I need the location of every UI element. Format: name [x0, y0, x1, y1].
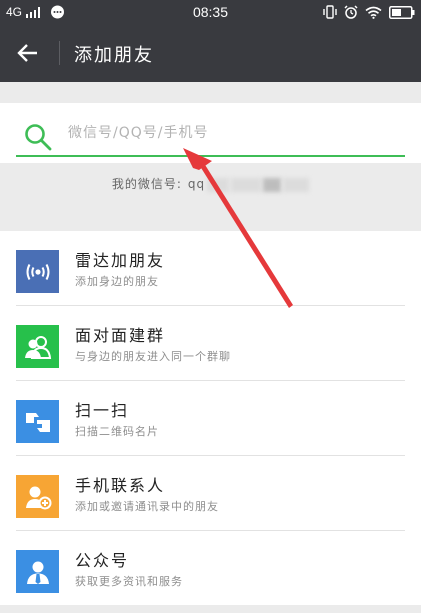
menu-item-face-to-face-group[interactable]: 面对面建群 与身边的朋友进入同一个群聊: [0, 306, 421, 381]
search-input[interactable]: [68, 118, 398, 148]
search-underline: [16, 155, 405, 157]
battery-icon: [389, 5, 415, 19]
vibrate-icon: [323, 5, 337, 19]
menu-item-icon-bg: [16, 325, 59, 368]
search-box: [0, 103, 421, 163]
menu-item-label: 手机联系人: [75, 476, 166, 495]
menu-item-icon-bg: [16, 475, 59, 518]
status-bar: 4G 08:35: [0, 0, 421, 24]
menu-item-label: 雷达加朋友: [75, 251, 166, 270]
title-bar: 添加朋友: [0, 24, 421, 82]
back-button[interactable]: [8, 33, 48, 73]
face-to-face-group-icon: [24, 335, 51, 359]
menu-item-label: 面对面建群: [75, 326, 166, 345]
search-icon: [25, 124, 52, 151]
menu-item-icon-bg: [16, 400, 59, 443]
add-friend-menu: 雷达加朋友 添加身边的朋友 面对面建群 与身边的朋友进入同一个群聊 扫一扫 扫描…: [0, 231, 421, 605]
my-id-value: qq: [187, 177, 206, 191]
radar-icon: [26, 263, 49, 280]
page-title: 添加朋友: [74, 45, 154, 66]
phone-contacts-icon: [25, 486, 51, 509]
id-redaction-blur: [231, 177, 262, 192]
menu-item-scan[interactable]: 扫一扫 扫描二维码名片: [0, 381, 421, 456]
menu-item-desc: 与身边的朋友进入同一个群聊: [75, 350, 231, 363]
id-redaction-blur: [263, 177, 282, 192]
my-id-label: 我的微信号:: [111, 177, 182, 191]
scan-icon: [25, 412, 50, 432]
alarm-icon: [344, 5, 358, 19]
menu-item-icon-bg: [16, 550, 59, 593]
id-redaction-blur: [207, 177, 230, 192]
menu-item-official-accounts[interactable]: 公众号 获取更多资讯和服务: [0, 531, 421, 606]
id-redaction-blur: [283, 177, 310, 192]
official-account-icon: [26, 561, 49, 584]
status-right: [323, 4, 415, 20]
title-divider: [59, 41, 60, 65]
menu-item-label: 公众号: [75, 551, 130, 570]
arrow-left-icon: [17, 44, 37, 62]
bottom-strip: [0, 605, 421, 613]
menu-item-radar[interactable]: 雷达加朋友 添加身边的朋友: [0, 231, 421, 306]
menu-item-desc: 添加身边的朋友: [75, 275, 159, 288]
menu-item-label: 扫一扫: [75, 401, 130, 420]
menu-item-desc: 获取更多资讯和服务: [75, 575, 183, 588]
my-wechat-id[interactable]: 我的微信号: qq: [0, 175, 421, 192]
wifi-icon: [365, 6, 382, 19]
menu-item-phone-contacts[interactable]: 手机联系人 添加或邀请通讯录中的朋友: [0, 456, 421, 531]
menu-item-desc: 添加或邀请通讯录中的朋友: [75, 500, 219, 513]
menu-item-icon-bg: [16, 250, 59, 293]
menu-item-desc: 扫描二维码名片: [75, 425, 159, 438]
